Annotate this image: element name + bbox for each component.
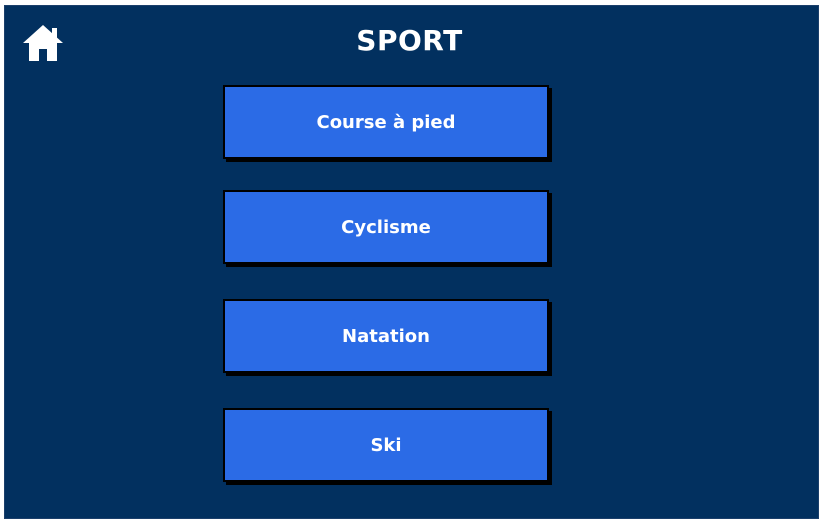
- sport-screen: SPORT Course à pied Cyclisme Natation Sk…: [4, 5, 819, 519]
- page-title: SPORT: [356, 24, 463, 57]
- sport-button-cyclisme[interactable]: Cyclisme: [223, 190, 549, 264]
- sport-button-course-a-pied[interactable]: Course à pied: [223, 85, 549, 159]
- sport-button-ski[interactable]: Ski: [223, 408, 549, 482]
- sport-button-natation[interactable]: Natation: [223, 299, 549, 373]
